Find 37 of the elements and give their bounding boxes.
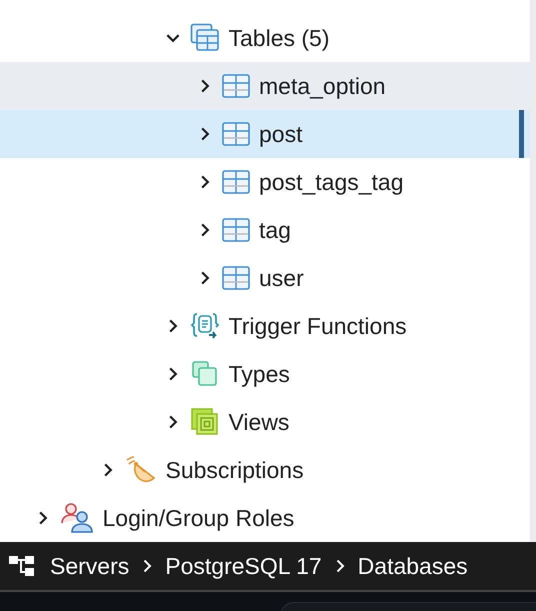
node-label: Subscriptions — [166, 456, 304, 484]
breadcrumb-item[interactable]: Servers — [50, 552, 130, 580]
tree-row[interactable]: meta_option — [0, 62, 530, 110]
node-label: post_tags_tag — [259, 168, 404, 196]
table-icon — [222, 266, 250, 290]
tables-icon — [190, 23, 220, 53]
table-icon — [222, 170, 250, 194]
tree-row[interactable]: Login/Group Roles — [0, 494, 530, 542]
tree-row[interactable]: post — [0, 110, 530, 158]
function-icon — [190, 311, 220, 341]
tree-row[interactable]: Trigger Functions — [0, 302, 530, 350]
tree-row[interactable]: Tables (5) — [0, 14, 530, 62]
node-label: user — [259, 264, 304, 292]
views-icon — [190, 407, 220, 437]
tree-icon — [8, 554, 36, 578]
selection-bar — [519, 110, 524, 158]
node-label: Tables (5) — [228, 24, 330, 52]
tree-row[interactable]: post_tags_tag — [0, 158, 530, 206]
tree-row[interactable]: tag — [0, 206, 530, 254]
tree-row[interactable]: Types — [0, 350, 530, 398]
table-icon — [222, 122, 250, 146]
breadcrumb-item[interactable]: PostgreSQL 17 — [165, 552, 322, 580]
node-label: Trigger Functions — [228, 312, 407, 340]
breadcrumb-item[interactable]: Databases — [358, 552, 468, 580]
tree-row[interactable]: Subscriptions — [0, 446, 530, 494]
node-label: Types — [228, 360, 290, 388]
tree-row[interactable]: user — [0, 254, 530, 302]
node-label: Views — [228, 408, 290, 436]
node-label: Login/Group Roles — [102, 504, 294, 532]
table-icon — [222, 74, 250, 98]
users-icon — [60, 502, 94, 534]
node-label: post — [259, 120, 302, 148]
tree-row[interactable]: Views — [0, 398, 530, 446]
table-icon — [222, 218, 250, 242]
squares-icon — [190, 359, 220, 389]
node-label: tag — [259, 216, 291, 244]
node-label: meta_option — [259, 72, 386, 100]
